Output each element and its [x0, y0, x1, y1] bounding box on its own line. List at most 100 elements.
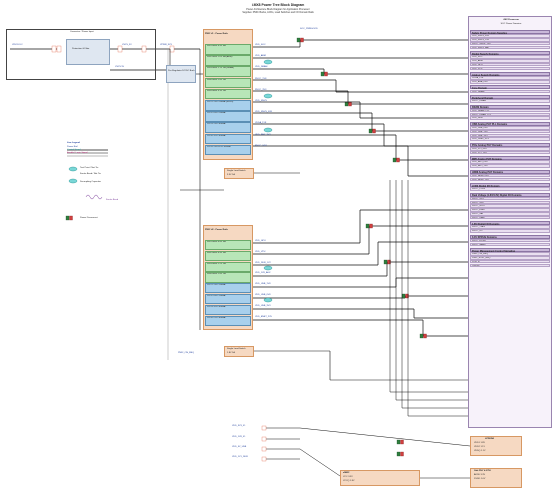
net-tie-icon	[383, 259, 388, 265]
emmc-line-2: VCCQ 1.8V	[343, 480, 355, 482]
pmic1-reg-4: SW4 Buck 1.8V 2A	[205, 77, 251, 89]
pmic2-reg-7: LDO3 3.3V 300mA	[205, 304, 251, 315]
net-tie-icon	[344, 101, 349, 107]
pmic1-rail-2: VDD_ARM	[255, 55, 266, 58]
net-tie-icon	[392, 157, 397, 163]
connector-title: Connector / Power Input	[70, 31, 94, 33]
pmic2-reg-2: SW2 Buck 0.9V 3A	[205, 250, 251, 261]
soc-domain-row: NVCC_DRAM	[470, 99, 550, 103]
legend-pin-note: Power Disconnect	[80, 217, 98, 219]
pmic1-rail-10: NVCC_SD2	[255, 144, 267, 147]
pmic2-rail-6: VDD_USB_0V8	[255, 294, 271, 296]
legend-cap-icon	[68, 178, 78, 184]
net-tie-icon	[324, 71, 328, 77]
load-switch-1-title: Single Load Switch	[227, 170, 246, 172]
pmic2-reg-1: SW1 Buck 0.8V 3A	[205, 240, 251, 251]
pmic1-reg-9: LDO4 3.3V 300mA	[205, 133, 251, 145]
soc-domain-row: NVCC_NAND	[470, 242, 550, 247]
legend-sym-1: Test Point / Net Tie	[80, 167, 99, 169]
pmic1-reg-3: SW3 Buck 1.1V 2A (DRAM)	[205, 66, 251, 77]
pmic1-rail-4: NVCC_1V8	[255, 77, 267, 80]
net-tie-icon	[320, 71, 325, 77]
lpddr-feed	[299, 427, 471, 447]
soc-domain-row: NVCC_LVDS	[470, 187, 550, 191]
soc-domain-row: VDD_ANA_0V8	[470, 80, 550, 84]
pmic2-reg-3: SW3 Buck 1.2V 2A	[205, 261, 251, 272]
vsys-label: VSYS 5V	[115, 66, 125, 68]
net-tie-icon	[423, 333, 427, 339]
net-tie-icon	[396, 157, 400, 163]
load-switch-1-sub: 3.3V 1A	[227, 174, 235, 176]
net-tie-icon	[365, 223, 370, 229]
pmic2-reg-6: LDO2 0.8V 150mA	[205, 294, 251, 305]
net-tie-icon	[348, 101, 352, 107]
legend-item-logic: Enable / Logic Signal	[67, 152, 88, 154]
bottom-net-1: VDD_3V3_IO	[232, 425, 246, 427]
legend-fb-label: Ferrite Bead	[106, 199, 119, 201]
pmic1-rail-5: NVCC_3V3	[255, 88, 267, 91]
pmic2-reg-8: LDO4 2.5V 300mA	[205, 315, 251, 326]
fuse-icon	[261, 436, 267, 442]
fuse-icon	[261, 446, 267, 452]
net-tie-icon	[401, 293, 406, 299]
phy-line-1: AVDD 3.3V	[474, 474, 486, 476]
pmic1-rail-7: VDD_SNVS_0V8	[255, 111, 272, 114]
legend-net-tie-icon	[69, 215, 73, 221]
pmic2-rail-4: VDD_1V8_AUX	[255, 272, 271, 275]
load-switch-2-sub: 1.8V 1A	[227, 352, 235, 354]
legend-title: Line Legend	[67, 142, 80, 144]
net-tie-icon	[296, 37, 301, 43]
lpddr-line-2: VDD2 1.1V	[474, 446, 485, 448]
legend-sym-3: Decoupling Capacitor	[80, 181, 101, 183]
pmic1-reg-10: LDO5 1.8V/3.3V 300mA	[205, 144, 251, 156]
lpddr-line-1: VDD1 1.8V	[474, 442, 485, 444]
dcdc-title: Pre-Regulator DC/DC Buck	[168, 70, 195, 72]
pmic2-reg-4: SW4 Buck 1.8V 1A	[205, 272, 251, 283]
soc-domain-row: VDD_DDR	[470, 116, 550, 120]
pmic2-rail-5: VDD_USB_1V8	[255, 283, 271, 286]
emmc-line-1: VCC 3.3V	[343, 476, 353, 478]
emmc-feed	[299, 448, 341, 477]
load-switch-2-title: Single Load Switch	[227, 348, 246, 350]
protect-label: Protection & Filter	[72, 48, 90, 50]
pmic2-rail-8: VDD_ENET_2V5	[255, 315, 272, 318]
pmic1-reg-2: SW2 Buck 1.0V 4A (ARM)	[205, 55, 251, 66]
fuse-icon	[169, 45, 175, 53]
soc-domain-row: ONOFF	[470, 263, 550, 268]
net-tie-icon	[300, 37, 304, 43]
net-tie-icon	[400, 439, 404, 445]
lpddr-title: LPDDR4	[485, 438, 494, 440]
pmic2-rail-2: VDD_VPU	[255, 250, 266, 253]
soc-domain-row: NVCC_UART	[470, 215, 550, 220]
legend-item-power: Power Rail	[67, 146, 78, 148]
net-tie-icon	[396, 439, 401, 445]
cap-icon	[263, 265, 273, 271]
pmic1-reg-8: LDO3 1.8V 300mA	[205, 122, 251, 133]
pmic2-rail-1: VDD_GPU	[255, 240, 266, 242]
soc-domain-row: VDD_DRAM	[470, 89, 550, 94]
fuse-icon	[261, 456, 267, 462]
protect-block	[66, 39, 110, 65]
net-tie-icon	[369, 223, 373, 229]
soc-domain-row: NVCC_I2C	[470, 229, 550, 233]
cap-icon	[263, 297, 273, 303]
cap-icon	[263, 59, 273, 65]
pmic1-rail-6: VDD_SNVS	[255, 100, 267, 102]
pmic1-rail-9: VDD_PHY_3V3	[255, 133, 271, 136]
dcdc-block	[166, 65, 196, 83]
bottom-net-3: VDD_5V_USB	[232, 446, 247, 448]
emmc-title: eMMC	[343, 472, 350, 474]
pmic1-title: PMIC #1 - Power Rails	[205, 33, 228, 35]
pmic2-reg-5: LDO1 1.8V 150mA	[205, 283, 251, 294]
cap-icon	[263, 93, 273, 99]
ferrite-bead-icon	[85, 194, 103, 200]
soc-domain-row: VDD_MIPI_1V8	[470, 164, 550, 168]
cap-icon	[263, 127, 273, 133]
soc-pwrgood-label: SOC_PWRGOOD	[300, 28, 318, 30]
pmic2-title: PMIC #2 - Power Rails	[205, 229, 228, 231]
bottom-net-4: VDD_1V1_DDR	[232, 456, 248, 458]
phy-title: Gbit PHY & ETH	[474, 470, 491, 472]
lpddr-line-3: VDDQ 1.1V	[474, 450, 486, 452]
net-tie-icon	[368, 128, 373, 134]
page-title: i.MX8 Power Tree Block Diagram	[251, 3, 305, 7]
